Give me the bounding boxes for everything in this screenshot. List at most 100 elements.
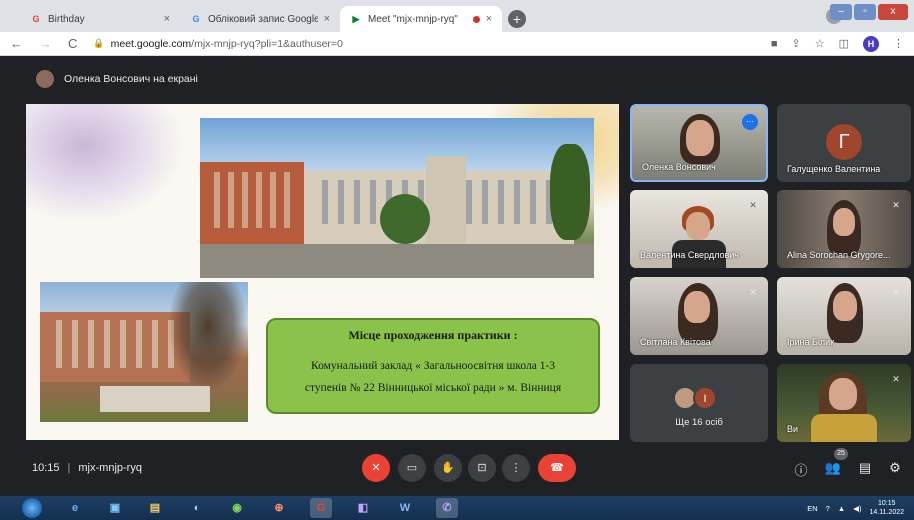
chrome-app-icon[interactable]: G (310, 498, 332, 518)
practice-location-box: Місце проходження практики : Комунальний… (266, 318, 600, 414)
mic-off-icon: ✕ (892, 200, 900, 210)
tab-meet[interactable]: ▶ Meet "mjx-mnjp-ryq" × (340, 6, 502, 32)
participant-tile[interactable]: ✕ Світлана Квітова (630, 277, 768, 355)
participant-name: Alina Sorochan Grygore... (787, 250, 891, 260)
activities-icon[interactable]: ⚙ (886, 460, 904, 476)
tab-google-account[interactable]: G Обліковий запис Google × (180, 6, 340, 32)
language-indicator[interactable]: EN (807, 504, 817, 513)
recording-indicator-icon (472, 15, 480, 23)
meeting-details-icon[interactable]: ⓘ (792, 460, 810, 479)
ie-app-icon[interactable]: e (64, 498, 86, 518)
more-options-button[interactable]: ⋮ (502, 454, 530, 482)
explorer-app-icon[interactable]: ▣ (104, 498, 126, 518)
clock[interactable]: 10:15 14.11.2022 (869, 499, 904, 517)
mic-off-icon: ✕ (749, 200, 757, 210)
watercolor-decoration (26, 104, 186, 224)
share-icon[interactable]: ⇪ (792, 37, 801, 50)
more-participants-tile[interactable]: І Ще 16 осіб (630, 364, 768, 442)
close-tab-icon[interactable]: × (324, 13, 330, 25)
participant-face (829, 378, 857, 410)
windows-taskbar: e ▣ ▤ ◐ ◉ ⊕ G ◧ W ✆ EN ? ▲ ◀) 10:15 14.1… (0, 496, 914, 520)
self-view-tile[interactable]: ✕ Ви (777, 364, 911, 442)
participant-tile[interactable]: Г Галущенко Валентина (777, 104, 911, 182)
video-app-icon[interactable]: ◧ (352, 498, 374, 518)
word-app-icon[interactable]: W (394, 498, 416, 518)
tab-label: Birthday (48, 13, 85, 25)
network-icon[interactable]: ▲ (838, 504, 845, 513)
participant-tile[interactable]: ✕ Валентина Свердлович (630, 190, 768, 268)
tab-label: Meet "mjx-mnjp-ryq" (368, 13, 458, 25)
meet-control-bar: 10:15 | mjx-mnjp-ryq ✕ ▭ ✋ ⊡ ⋮ ☎ ⓘ 👥 25 … (0, 448, 914, 488)
minimize-button[interactable]: – (830, 4, 852, 20)
participant-avatar: Г (826, 124, 862, 160)
close-window-button[interactable]: x (878, 4, 908, 20)
participant-tile[interactable]: ✕ Ірина Білик (777, 277, 911, 355)
sidebar-icon[interactable]: ◫ (839, 37, 849, 50)
google-icon: G (32, 14, 40, 24)
video-camera-icon[interactable]: ■ (771, 38, 778, 50)
green-app-icon[interactable]: ◉ (226, 498, 248, 518)
profile-avatar[interactable]: H (863, 35, 879, 52)
participant-name: Валентина Свердлович (640, 250, 739, 260)
participant-name: Ви (787, 424, 799, 434)
raise-hand-button[interactable]: ✋ (434, 454, 462, 482)
new-tab-button[interactable]: + (508, 10, 526, 28)
school-photo-old-building (40, 282, 248, 422)
viber-app-icon[interactable]: ✆ (436, 498, 458, 518)
mic-off-icon: ✕ (892, 287, 900, 297)
lock-icon[interactable]: 🔒 (93, 38, 104, 49)
meeting-code: mjx-mnjp-ryq (78, 462, 142, 474)
school-photo-panorama (200, 118, 594, 278)
reload-button[interactable]: C (68, 36, 77, 51)
participants-count-badge: 25 (834, 448, 848, 460)
browser-tab-bar: G Birthday × G Обліковий запис Google × … (0, 0, 914, 32)
end-call-button[interactable]: ☎ (538, 454, 576, 482)
back-button[interactable]: ← (10, 36, 23, 51)
tab-birthday[interactable]: G Birthday × (20, 6, 180, 32)
close-tab-icon[interactable]: × (164, 13, 170, 25)
meeting-time: 10:15 (32, 462, 60, 474)
star-icon[interactable]: ☆ (815, 37, 825, 50)
tree (380, 194, 430, 244)
people-icon[interactable]: 👥 (824, 460, 842, 476)
presenter-avatar (36, 70, 54, 88)
speaking-icon: ⋯ (742, 114, 758, 130)
browser-toolbar: ■ ⇪ ☆ ◫ H ⋮ (771, 35, 904, 52)
folder-app-icon[interactable]: ▤ (144, 498, 166, 518)
slide-title: Місце проходження практики : (348, 328, 518, 342)
participant-clothes (811, 414, 877, 442)
participant-face (684, 291, 710, 323)
participant-name: Оленка Вонсович (642, 162, 716, 172)
clock-time: 10:15 (877, 500, 896, 507)
participant-name: Галущенко Валентина (787, 164, 881, 174)
participant-face (686, 120, 714, 156)
chat-icon[interactable]: ▤ (856, 460, 874, 476)
help-icon[interactable]: ? (826, 504, 830, 513)
present-screen-button[interactable]: ⊡ (468, 454, 496, 482)
restore-button[interactable]: ▫ (854, 4, 876, 20)
window-controls: – ▫ x (830, 4, 908, 20)
more-participants-label: Ще 16 осіб (675, 417, 723, 428)
camera-button[interactable]: ▭ (398, 454, 426, 482)
participant-face (833, 291, 857, 321)
presenter-bar: Оленка Вонсович на екрані (36, 70, 198, 88)
url-field[interactable]: 🔒 meet.google.com/mjx-mnjp-ryq?pli=1&aut… (93, 38, 770, 50)
media-player-app-icon[interactable]: ◐ (186, 498, 208, 518)
app-icon[interactable]: ⊕ (268, 498, 290, 518)
participant-tile[interactable]: ✕ Alina Sorochan Grygore... (777, 190, 911, 268)
meet-icon: ▶ (352, 13, 360, 24)
participant-name: Світлана Квітова (640, 337, 711, 347)
stairs (100, 386, 210, 412)
participant-tile[interactable]: ⋯ Оленка Вонсович (630, 104, 768, 182)
menu-icon[interactable]: ⋮ (893, 37, 904, 50)
close-tab-icon[interactable]: × (486, 13, 492, 25)
start-button[interactable] (22, 498, 42, 518)
building-tower (426, 156, 466, 244)
slide-line: ступенів № 22 Вінницької міської ради » … (304, 382, 562, 394)
participant-face (833, 208, 855, 236)
mic-off-button[interactable]: ✕ (362, 454, 390, 482)
school-yard (200, 244, 594, 278)
forward-button[interactable]: → (39, 36, 52, 51)
volume-icon[interactable]: ◀) (853, 504, 861, 513)
shared-slide: Місце проходження практики : Комунальний… (26, 104, 619, 440)
